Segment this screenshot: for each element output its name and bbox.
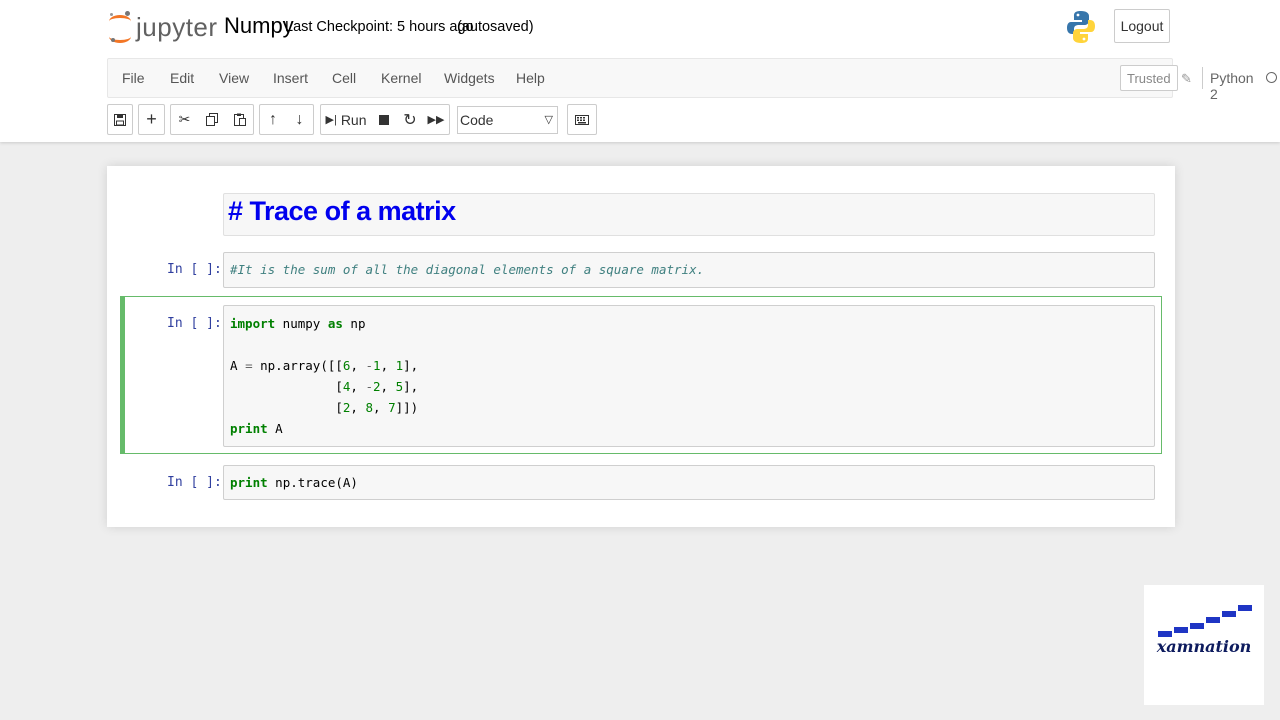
markdown-title: # Trace of a matrix [228,196,456,226]
notebook-name[interactable]: Numpy [224,13,294,39]
run-button[interactable]: ▶| Run [320,104,372,135]
jupyter-logo-icon [108,10,132,44]
cell-prompt: In [ ]: [167,475,222,490]
code-line: [4, -2, 5], [230,379,419,394]
restart-icon: ↻ [403,111,417,129]
fast-forward-icon: ▶▶ [427,114,445,126]
code-line: A = np.array([[6, -1, 1], [230,358,419,373]
menu-view[interactable]: View [219,70,249,86]
copy-icon [206,113,218,126]
paste-icon [233,113,246,126]
pencil-icon[interactable]: ✎ [1181,71,1192,87]
restart-button[interactable]: ↻ [397,104,424,135]
code-line: [2, 8, 7]]) [230,400,419,415]
menu-cell[interactable]: Cell [332,70,356,86]
jupyter-logo[interactable]: jupyter [108,8,218,46]
menu-file[interactable]: File [122,70,145,86]
kernel-name[interactable]: Python 2 [1210,70,1254,102]
checkpoint-status: Last Checkpoint: 5 hours ago [285,19,474,35]
move-up-button[interactable]: ↑ [259,104,287,135]
command-palette-button[interactable] [567,104,597,135]
cell-type-select[interactable]: Code ▽ [457,106,558,134]
chevron-down-icon: ▽ [544,114,553,126]
kernel-divider [1202,67,1203,89]
restart-run-all-button[interactable]: ▶▶ [423,104,450,135]
markdown-cell[interactable]: # Trace of a matrix [223,193,1155,236]
autosave-status: (autosaved) [457,19,534,35]
stop-icon [379,114,389,125]
selected-cell-indicator [120,296,125,454]
cell-prompt: In [ ]: [167,262,222,277]
arrow-down-icon: ↓ [295,110,304,128]
run-label: Run [340,111,367,128]
menu-help[interactable]: Help [516,70,545,86]
notebook-header: jupyter Numpy Last Checkpoint: 5 hours a… [0,0,1280,142]
cell-type-value: Code [460,112,494,128]
step-forward-icon: ▶| [325,114,337,126]
logo-text: jupyter [136,11,218,42]
code-line: print np.trace(A) [230,475,358,490]
code-line: import numpy as np [230,316,366,331]
scissors-icon: ✂ [178,111,191,127]
paste-button[interactable] [226,104,254,135]
save-button[interactable] [107,104,133,135]
code-cell-trace[interactable]: print np.trace(A) [223,465,1155,500]
notebook-container: # Trace of a matrix In [ ]: #It is the s… [107,166,1175,527]
kernel-idle-icon [1266,72,1277,83]
code-cell-comment[interactable]: #It is the sum of all the diagonal eleme… [223,252,1155,288]
menu-widgets[interactable]: Widgets [444,70,495,86]
code-cell-array[interactable]: import numpy as np A = np.array([[6, -1,… [223,305,1155,447]
python-logo-icon [1067,11,1095,43]
code-comment: #It is the sum of all the diagonal eleme… [230,262,705,277]
watermark-logo: xamnation [1144,585,1264,705]
move-down-button[interactable]: ↓ [286,104,314,135]
cell-prompt: In [ ]: [167,316,222,331]
copy-button[interactable] [198,104,227,135]
code-line: print A [230,421,283,436]
arrow-up-icon: ↑ [269,110,277,128]
menubar: File Edit View Insert Cell Kernel Widget… [107,58,1277,102]
plus-icon: + [146,109,157,129]
menu-kernel[interactable]: Kernel [381,70,421,86]
menu-insert[interactable]: Insert [273,70,308,86]
cut-button[interactable]: ✂ [170,104,199,135]
menu-edit[interactable]: Edit [170,70,194,86]
logout-button[interactable]: Logout [1114,9,1170,43]
toolbar: + ✂ ↑ ↓ ▶| Run ↻ ▶▶ Code ▽ [107,104,1173,136]
trusted-indicator[interactable]: Trusted [1120,65,1178,91]
watermark-text: xamnation [1156,637,1252,656]
interrupt-button[interactable] [371,104,398,135]
save-icon [114,113,126,126]
stairs-logo-icon [1158,605,1252,637]
insert-cell-button[interactable]: + [138,104,165,135]
keyboard-icon [575,114,589,125]
